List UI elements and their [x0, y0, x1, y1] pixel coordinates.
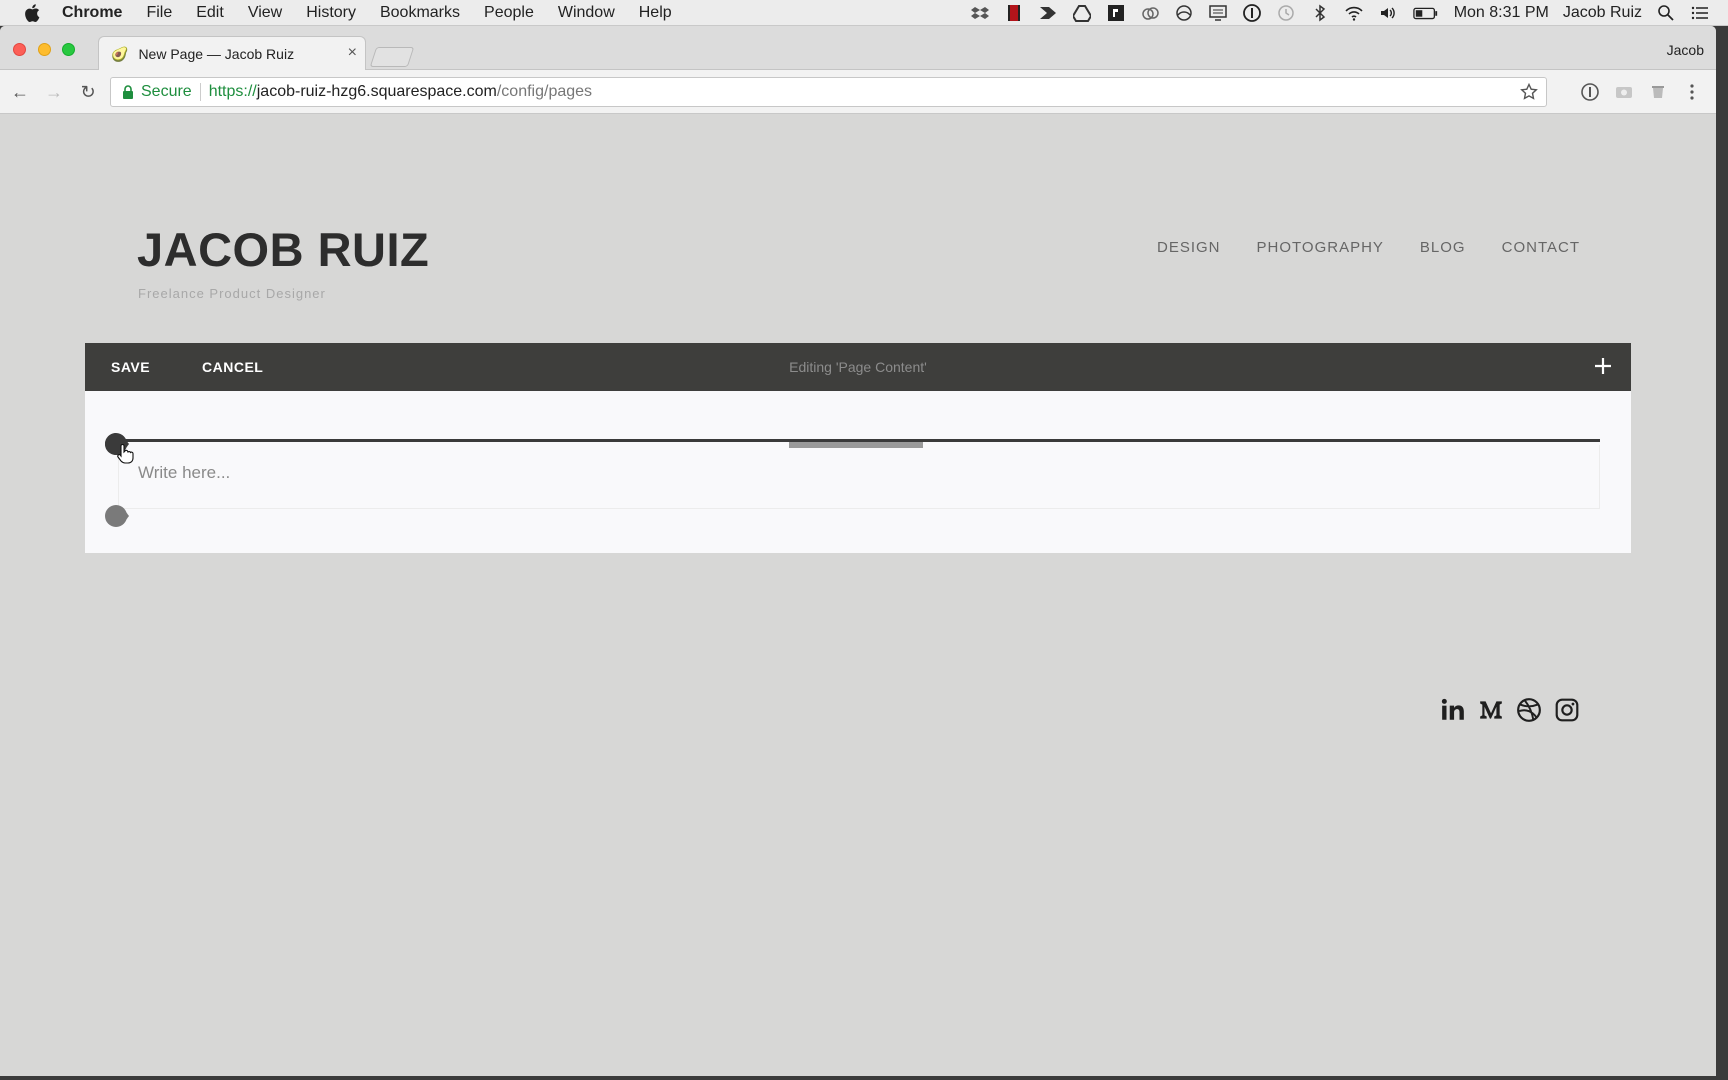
menu-help[interactable]: Help [639, 4, 672, 22]
nav-blog[interactable]: BLOG [1420, 239, 1466, 256]
profile-button[interactable]: Jacob [1667, 42, 1704, 58]
text-block-placeholder[interactable]: Write here... [138, 463, 230, 483]
text-block[interactable]: Write here... [118, 445, 1600, 509]
browser-toolbar: ← → ↻ Secure https:// jacob-ruiz-hzg6.sq… [0, 70, 1716, 114]
instagram-icon[interactable] [1554, 697, 1580, 723]
window-minimize-button[interactable] [38, 43, 51, 56]
add-block-plus-icon[interactable] [1591, 354, 1615, 378]
apple-menu-icon[interactable] [22, 2, 44, 24]
coffee-extension-icon[interactable] [1648, 82, 1668, 102]
content-edit-bar: SAVE CANCEL Editing 'Page Content' [85, 343, 1631, 391]
nav-photography[interactable]: PHOTOGRAPHY [1257, 239, 1384, 256]
avocado-favicon-icon: 🥑 [111, 45, 129, 62]
omnibox-separator [199, 83, 201, 101]
add-block-point-bottom-icon[interactable] [103, 503, 129, 529]
cancel-button[interactable]: CANCEL [202, 359, 263, 375]
save-button[interactable]: SAVE [111, 359, 150, 375]
film-icon[interactable] [1004, 4, 1024, 22]
bookmark-star-icon[interactable] [1520, 83, 1538, 101]
nav-contact[interactable]: CONTACT [1502, 239, 1580, 256]
arrow-app-icon[interactable] [1038, 4, 1058, 22]
reload-icon[interactable]: ↻ [78, 82, 98, 102]
menu-file[interactable]: File [146, 4, 172, 22]
creative-cloud-icon[interactable] [1140, 4, 1160, 22]
site-title[interactable]: JACOB RUIZ [137, 222, 429, 277]
secure-label: Secure [141, 83, 192, 100]
battery-icon[interactable] [1412, 4, 1440, 22]
google-drive-icon[interactable] [1072, 4, 1092, 22]
menu-history[interactable]: History [306, 4, 356, 22]
page-viewport: JACOB RUIZ Freelance Product Designer DE… [0, 115, 1716, 1076]
menu-app-chrome[interactable]: Chrome [62, 4, 122, 22]
menu-view[interactable]: View [248, 4, 282, 22]
time-machine-icon[interactable] [1276, 4, 1296, 22]
tab-close-icon[interactable]: × [348, 44, 357, 62]
notification-center-icon[interactable] [1690, 4, 1710, 22]
url-path: /config/pages [496, 83, 593, 100]
camera-extension-icon[interactable] [1614, 82, 1634, 102]
address-bar[interactable]: Secure https:// jacob-ruiz-hzg6.squaresp… [110, 77, 1547, 107]
nav-design[interactable]: DESIGN [1157, 239, 1221, 256]
browser-window: 🥑 New Page — Jacob Ruiz × Jacob ← → ↻ Se… [0, 26, 1716, 1076]
clipboard-app-icon[interactable] [1106, 4, 1126, 22]
tab-strip: 🥑 New Page — Jacob Ruiz × Jacob [0, 26, 1716, 71]
browser-tab-active[interactable]: 🥑 New Page — Jacob Ruiz × [98, 36, 366, 71]
dribbble-icon[interactable] [1516, 697, 1542, 723]
social-links [1440, 697, 1580, 723]
content-editing-area: Write here... [85, 391, 1631, 553]
chrome-menu-icon[interactable] [1682, 82, 1702, 102]
menubar-clock[interactable]: Mon 8:31 PM [1454, 4, 1549, 22]
medium-icon[interactable] [1478, 697, 1504, 723]
editing-status: Editing 'Page Content' [789, 359, 927, 375]
back-icon[interactable]: ← [10, 82, 30, 102]
url-scheme: https:// [208, 83, 257, 100]
spotlight-search-icon[interactable] [1656, 4, 1676, 22]
site-tagline: Freelance Product Designer [138, 286, 326, 301]
menubar-status-area: Mon 8:31 PM Jacob Ruiz [970, 0, 1710, 26]
new-tab-button[interactable] [369, 47, 415, 67]
screen-icon[interactable] [1208, 4, 1228, 22]
url-host: jacob-ruiz-hzg6.squarespace.com [256, 83, 497, 100]
volume-icon[interactable] [1378, 4, 1398, 22]
bluetooth-icon[interactable] [1310, 4, 1330, 22]
linkedin-icon[interactable] [1440, 697, 1466, 723]
menu-bookmarks[interactable]: Bookmarks [380, 4, 460, 22]
menu-window[interactable]: Window [558, 4, 615, 22]
sync-icon[interactable] [1174, 4, 1194, 22]
macos-menubar: Chrome File Edit View History Bookmarks … [0, 0, 1728, 26]
hand-cursor-icon [117, 444, 134, 464]
1password-extension-icon[interactable] [1580, 82, 1600, 102]
lock-icon [123, 85, 133, 99]
tab-title: New Page — Jacob Ruiz [138, 46, 295, 62]
menu-edit[interactable]: Edit [196, 4, 224, 22]
site-navigation: DESIGN PHOTOGRAPHY BLOG CONTACT [1157, 239, 1580, 256]
window-close-button[interactable] [13, 43, 26, 56]
menu-people[interactable]: People [484, 4, 534, 22]
menubar-user[interactable]: Jacob Ruiz [1563, 4, 1642, 22]
wifi-icon[interactable] [1344, 4, 1364, 22]
window-maximize-button[interactable] [62, 43, 75, 56]
forward-icon[interactable]: → [44, 82, 64, 102]
dropbox-icon[interactable] [970, 4, 990, 22]
1password-icon[interactable] [1242, 4, 1262, 22]
